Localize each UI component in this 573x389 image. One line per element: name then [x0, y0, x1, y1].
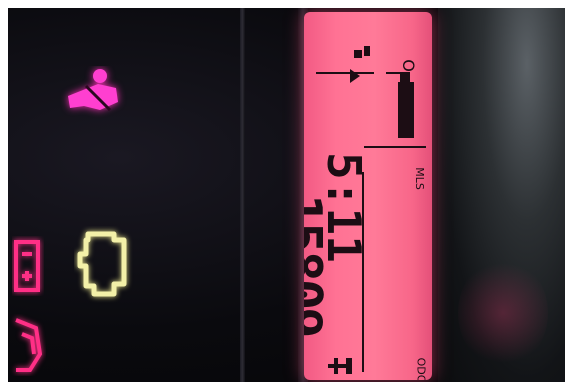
door-ajar-icon: [15, 318, 43, 372]
lcd-divider: [362, 172, 364, 372]
bezel-seam: [240, 8, 245, 382]
temperature-icon: [328, 358, 352, 374]
lcd-display: O 5:11 15809 MLS ODO: [304, 12, 432, 380]
odometer-value: 15809: [304, 194, 332, 336]
odometer-unit: MLS: [412, 167, 426, 190]
fuel-gauge: [316, 46, 426, 148]
odometer-label: ODO: [414, 357, 428, 380]
battery-warning-icon: [14, 240, 40, 292]
odometer-display: 15809: [304, 194, 332, 380]
fuel-low-mark: O: [398, 59, 418, 72]
seatbelt-warning-icon: [68, 69, 118, 112]
check-engine-icon: [77, 231, 127, 297]
light-reflection: [458, 258, 548, 368]
photo-frame: O 5:11 15809 MLS ODO: [8, 8, 565, 382]
